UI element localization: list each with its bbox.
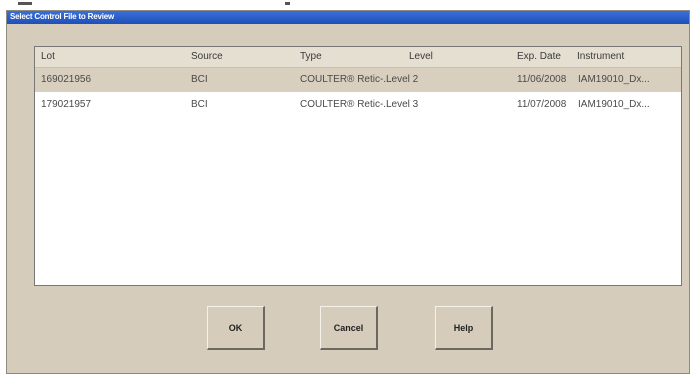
top-mark-center: [285, 2, 290, 5]
cell-exp-date: 11/06/2008: [517, 74, 567, 85]
cancel-button[interactable]: Cancel: [320, 306, 378, 350]
screen-top-strip: [0, 0, 694, 10]
cell-lot: 179021957: [41, 99, 92, 110]
ok-button[interactable]: OK: [207, 306, 265, 350]
column-header-lot[interactable]: Lot: [41, 51, 55, 62]
title-bar: Select Control File to Review: [7, 11, 689, 24]
cell-instrument: IAM19010_Dx...: [578, 74, 650, 85]
table-row[interactable]: 179021957 BCI COULTER® Retic-... Level 3…: [35, 93, 681, 117]
column-header-level[interactable]: Level: [409, 51, 433, 62]
top-mark-left: [18, 2, 32, 5]
cell-level: Level 2: [386, 74, 419, 85]
column-header-type[interactable]: Type: [300, 51, 322, 62]
column-header-exp-date[interactable]: Exp. Date: [517, 51, 561, 62]
cell-exp-date: 11/07/2008: [517, 99, 567, 110]
cell-lot: 169021956: [41, 74, 92, 85]
table-row-selected[interactable]: 169021956 BCI COULTER® Retic-... Level 2…: [35, 68, 681, 92]
cell-source: BCI: [191, 99, 208, 110]
window-title: Select Control File to Review: [10, 12, 115, 21]
column-header-instrument[interactable]: Instrument: [577, 51, 624, 62]
cell-instrument: IAM19010_Dx...: [578, 99, 650, 110]
column-header-source[interactable]: Source: [191, 51, 223, 62]
help-button[interactable]: Help: [435, 306, 493, 350]
cell-level: Level 3: [386, 99, 419, 110]
cell-type: COULTER® Retic-...: [300, 99, 392, 110]
cell-source: BCI: [191, 74, 208, 85]
list-header: Lot Source Type Level Exp. Date Instrume…: [35, 47, 681, 68]
cell-type: COULTER® Retic-...: [300, 74, 392, 85]
control-file-list[interactable]: Lot Source Type Level Exp. Date Instrume…: [34, 46, 682, 286]
